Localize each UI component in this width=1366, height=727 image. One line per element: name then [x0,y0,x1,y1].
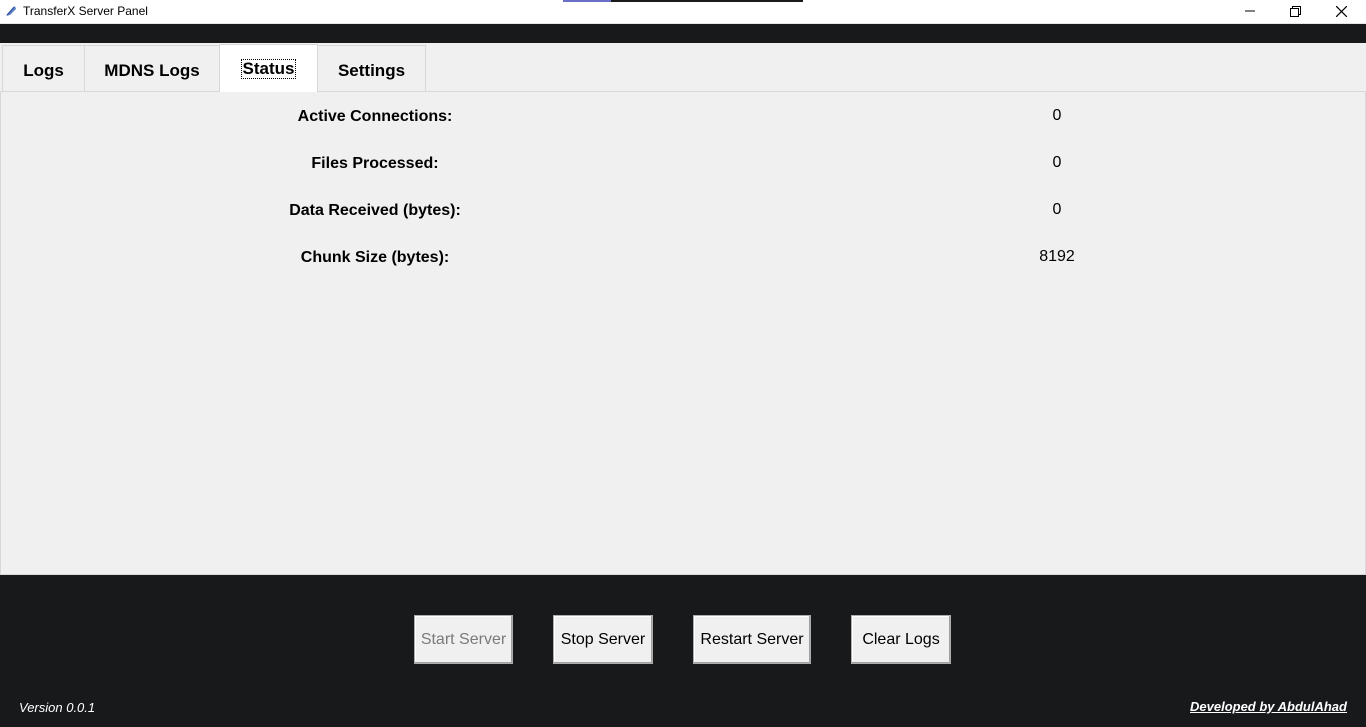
tab-status[interactable]: Status [219,44,318,92]
status-panel: Active Connections: 0 Files Processed: 0… [0,91,1366,575]
tab-notebook: Logs MDNS Logs Status Settings Active Co… [0,43,1366,575]
clear-logs-button[interactable]: Clear Logs [851,615,951,664]
tab-settings-label: Settings [337,60,406,80]
tab-status-label: Status [240,58,297,79]
stop-server-button[interactable]: Stop Server [553,615,653,664]
chunk-size-value: 8192 [1039,248,1075,265]
close-button[interactable] [1318,0,1364,22]
restart-server-button[interactable]: Restart Server [693,615,811,664]
active-connections-label: Active Connections: [297,108,453,125]
minimize-button[interactable] [1227,0,1273,22]
tab-logs-label: Logs [23,60,64,80]
data-received-label: Data Received (bytes): [289,202,461,219]
tab-mdns-logs[interactable]: MDNS Logs [84,45,220,91]
restore-icon [1289,5,1301,17]
active-connections-value: 0 [1052,107,1062,124]
files-processed-label: Files Processed: [311,155,439,172]
start-server-button[interactable]: Start Server [414,615,513,664]
files-processed-value: 0 [1052,154,1062,171]
minimize-icon [1245,10,1255,12]
title-progress-bar [563,0,803,2]
developer-credit-link[interactable]: Developed by AbdulAhad [1190,699,1347,714]
maximize-button[interactable] [1272,0,1318,22]
title-bar: TransferX Server Panel [0,0,1366,24]
window-title: TransferX Server Panel [23,4,148,18]
close-icon [1335,5,1347,17]
tab-logs[interactable]: Logs [2,45,85,91]
tab-mdns-logs-label: MDNS Logs [104,60,200,80]
tab-settings[interactable]: Settings [317,45,426,91]
data-received-value: 0 [1052,201,1062,218]
chunk-size-label: Chunk Size (bytes): [300,249,450,266]
version-label: Version 0.0.1 [19,700,96,715]
app-feather-icon [4,4,18,18]
title-progress-fill [563,0,611,2]
